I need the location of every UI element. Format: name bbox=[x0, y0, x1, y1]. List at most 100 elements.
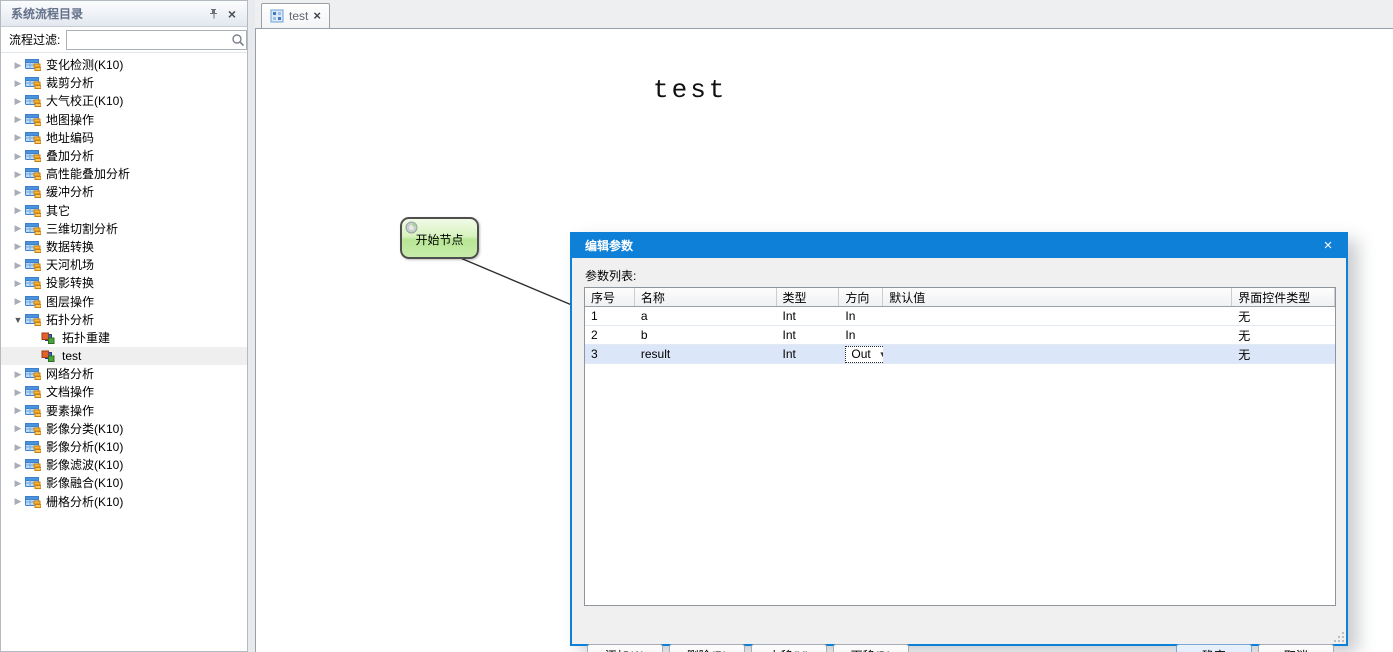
collapsed-arrow-icon[interactable]: ▶ bbox=[11, 260, 25, 271]
dialog-close-icon[interactable]: × bbox=[1318, 237, 1338, 254]
tree-item[interactable]: ▶大气校正(K10) bbox=[1, 92, 247, 110]
column-header[interactable]: 序号 bbox=[585, 288, 635, 306]
panel-close-icon[interactable]: × bbox=[223, 5, 241, 23]
tree-item[interactable]: ▶三维切割分析 bbox=[1, 220, 247, 238]
search-icon[interactable] bbox=[230, 32, 246, 48]
tab-close-icon[interactable]: × bbox=[313, 11, 321, 21]
tree-item[interactable]: ▶裁剪分析 bbox=[1, 74, 247, 92]
tree-item[interactable]: ▶图层操作 bbox=[1, 292, 247, 310]
expanded-arrow-icon[interactable]: ▼ bbox=[11, 315, 25, 325]
collapsed-arrow-icon[interactable]: ▶ bbox=[11, 423, 25, 434]
tree-item[interactable]: ▶文档操作 bbox=[1, 383, 247, 401]
tree-item[interactable]: ▶其它 bbox=[1, 202, 247, 220]
resize-grip[interactable] bbox=[1334, 632, 1344, 642]
category-folder-icon bbox=[25, 240, 41, 254]
tree-item[interactable]: ▶影像分析(K10) bbox=[1, 438, 247, 456]
tree-item-label: 拓扑重建 bbox=[62, 331, 110, 345]
tree-item[interactable]: test bbox=[1, 347, 247, 365]
pin-icon[interactable] bbox=[205, 5, 223, 23]
collapsed-arrow-icon[interactable]: ▶ bbox=[11, 278, 25, 289]
move-up-button[interactable]: 上移(U) bbox=[751, 644, 827, 652]
param-cell[interactable]: b bbox=[635, 326, 777, 344]
collapsed-arrow-icon[interactable]: ▶ bbox=[11, 241, 25, 252]
direction-dropdown[interactable]: Out▼ bbox=[845, 346, 883, 363]
ok-button[interactable]: 确定 bbox=[1176, 644, 1252, 652]
param-row[interactable]: 2bIntIn 无 bbox=[585, 326, 1335, 345]
tree-item-label: 叠加分析 bbox=[46, 149, 94, 163]
param-table[interactable]: 序号名称类型方向默认值界面控件类型 1aIntIn无2bIntIn无3resul… bbox=[584, 287, 1336, 606]
tree-item[interactable]: ▶要素操作 bbox=[1, 402, 247, 420]
tree-item[interactable]: ▶影像滤波(K10) bbox=[1, 456, 247, 474]
collapsed-arrow-icon[interactable]: ▶ bbox=[11, 96, 25, 107]
param-row[interactable]: 3resultInt Out▼ 无 bbox=[585, 345, 1335, 364]
column-header[interactable]: 默认值 bbox=[883, 288, 1232, 306]
tree-item[interactable]: ▶地址编码 bbox=[1, 129, 247, 147]
param-cell[interactable]: 1 bbox=[585, 307, 635, 325]
collapsed-arrow-icon[interactable]: ▶ bbox=[11, 223, 25, 234]
param-cell[interactable]: 无 bbox=[1232, 345, 1335, 363]
collapsed-arrow-icon[interactable]: ▶ bbox=[11, 132, 25, 143]
param-cell[interactable] bbox=[883, 307, 1232, 325]
param-cell[interactable]: 无 bbox=[1232, 307, 1335, 325]
panel-header: 系统流程目录 × bbox=[1, 1, 247, 27]
collapsed-arrow-icon[interactable]: ▶ bbox=[11, 151, 25, 162]
tree-item[interactable]: ▶天河机场 bbox=[1, 256, 247, 274]
column-header[interactable]: 类型 bbox=[777, 288, 840, 306]
tree-item[interactable]: ▶ 叠加分析 bbox=[1, 147, 247, 165]
collapsed-arrow-icon[interactable]: ▶ bbox=[11, 405, 25, 416]
add-button[interactable]: 添加(A) bbox=[587, 644, 663, 652]
param-cell[interactable]: Int bbox=[777, 326, 840, 344]
column-header[interactable]: 界面控件类型 bbox=[1232, 288, 1335, 306]
tree-item[interactable]: ▶栅格分析(K10) bbox=[1, 493, 247, 511]
tree-item[interactable]: ▶高性能叠加分析 bbox=[1, 165, 247, 183]
dialog-titlebar[interactable]: 编辑参数 × bbox=[572, 232, 1346, 258]
collapsed-arrow-icon[interactable]: ▶ bbox=[11, 496, 25, 507]
collapsed-arrow-icon[interactable]: ▶ bbox=[11, 296, 25, 307]
collapsed-arrow-icon[interactable]: ▶ bbox=[11, 187, 25, 198]
param-cell[interactable]: 2 bbox=[585, 326, 635, 344]
tree-item[interactable]: 拓扑重建 bbox=[1, 329, 247, 347]
param-cell[interactable] bbox=[883, 326, 1232, 344]
tree-item[interactable]: ▶变化检测(K10) bbox=[1, 56, 247, 74]
collapsed-arrow-icon[interactable]: ▶ bbox=[11, 205, 25, 216]
tree-item[interactable]: ▶影像分类(K10) bbox=[1, 420, 247, 438]
column-header[interactable]: 名称 bbox=[635, 288, 777, 306]
param-row[interactable]: 1aIntIn 无 bbox=[585, 307, 1335, 326]
param-cell[interactable]: 3 bbox=[585, 345, 635, 363]
param-cell[interactable]: Int bbox=[777, 307, 840, 325]
param-list-label: 参数列表: bbox=[585, 267, 636, 284]
collapsed-arrow-icon[interactable]: ▶ bbox=[11, 478, 25, 489]
param-cell[interactable]: In bbox=[839, 326, 883, 344]
tree-item[interactable]: ▶网络分析 bbox=[1, 365, 247, 383]
filter-label: 流程过滤: bbox=[9, 31, 60, 48]
collapsed-arrow-icon[interactable]: ▶ bbox=[11, 460, 25, 471]
tree-item[interactable]: ▶缓冲分析 bbox=[1, 183, 247, 201]
tree-item[interactable]: ▶数据转换 bbox=[1, 238, 247, 256]
param-cell[interactable]: In bbox=[839, 307, 883, 325]
param-cell[interactable]: 无 bbox=[1232, 326, 1335, 344]
filter-input[interactable] bbox=[67, 32, 230, 48]
move-down-button[interactable]: 下移(D) bbox=[833, 644, 909, 652]
collapsed-arrow-icon[interactable]: ▶ bbox=[11, 387, 25, 398]
delete-button[interactable]: 删除(R) bbox=[669, 644, 745, 652]
start-node[interactable]: 开始节点 bbox=[400, 217, 479, 259]
param-cell[interactable]: Int bbox=[777, 345, 840, 363]
param-cell[interactable]: Out▼ bbox=[839, 345, 883, 363]
collapsed-arrow-icon[interactable]: ▶ bbox=[11, 60, 25, 71]
param-cell[interactable]: result bbox=[635, 345, 777, 363]
tab-test[interactable]: test × bbox=[261, 3, 330, 28]
tree-item[interactable]: ▼拓扑分析 bbox=[1, 311, 247, 329]
param-cell[interactable]: a bbox=[635, 307, 777, 325]
collapsed-arrow-icon[interactable]: ▶ bbox=[11, 169, 25, 180]
column-header[interactable]: 方向 bbox=[839, 288, 883, 306]
tree-item[interactable]: ▶影像融合(K10) bbox=[1, 474, 247, 492]
tree-item[interactable]: ▶地图操作 bbox=[1, 111, 247, 129]
flow-item-icon bbox=[41, 331, 57, 345]
collapsed-arrow-icon[interactable]: ▶ bbox=[11, 114, 25, 125]
cancel-button[interactable]: 取消 bbox=[1258, 644, 1334, 652]
collapsed-arrow-icon[interactable]: ▶ bbox=[11, 78, 25, 89]
collapsed-arrow-icon[interactable]: ▶ bbox=[11, 442, 25, 453]
collapsed-arrow-icon[interactable]: ▶ bbox=[11, 369, 25, 380]
tree-item[interactable]: ▶投影转换 bbox=[1, 274, 247, 292]
param-cell[interactable] bbox=[883, 345, 1232, 363]
